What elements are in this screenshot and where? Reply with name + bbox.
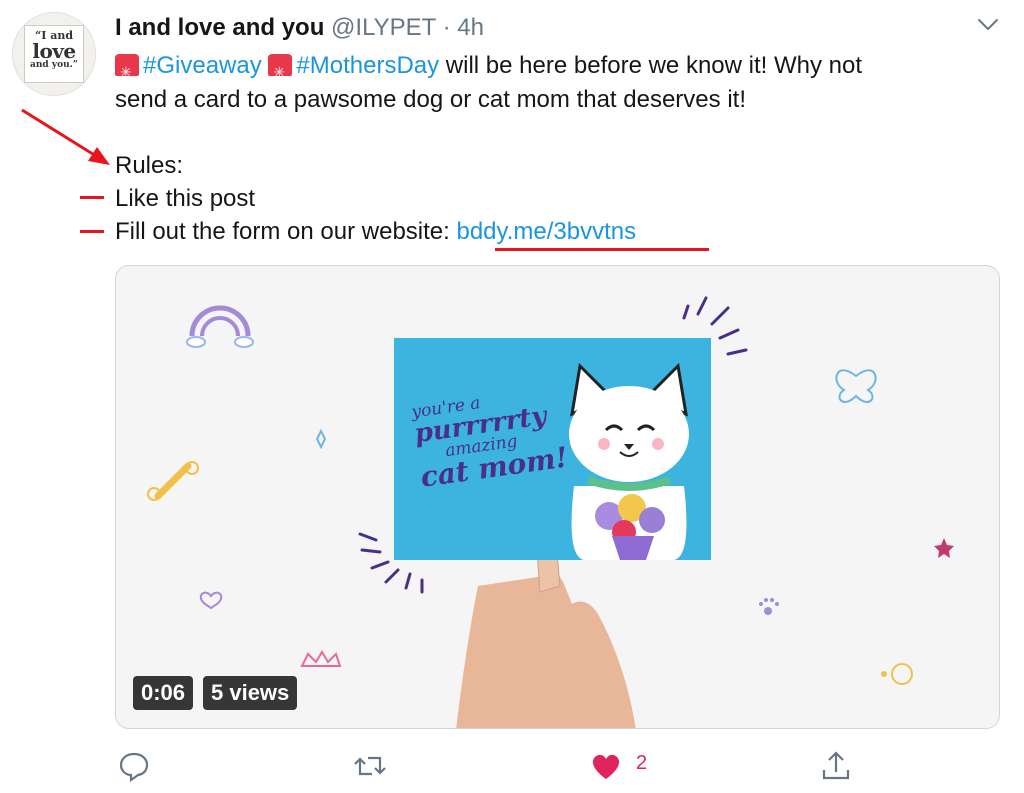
share-icon[interactable] — [818, 748, 854, 784]
website-link[interactable]: bddy.me/3bvvtns — [456, 218, 636, 245]
like-count: 2 — [636, 752, 648, 774]
tweet-text-line-1: #Giveaway #MothersDay will be here befor… — [115, 50, 862, 88]
tweet-text-segment: will be here before we know it! Why not — [439, 52, 862, 79]
rule-1: Like this post — [115, 185, 256, 212]
annotation-dash-2 — [80, 230, 104, 233]
cat-illustration — [569, 362, 689, 560]
rule-2-text: Fill out the form on our website: — [115, 218, 457, 245]
hashtag-giveaway[interactable]: #Giveaway — [143, 52, 262, 79]
avatar-logo: “I and love and you.” — [24, 25, 84, 83]
video-duration-badge: 0:06 — [133, 676, 194, 710]
card-text: you're a purrrrrty amazing cat mom! — [410, 384, 569, 494]
separator-dot: · — [442, 14, 451, 41]
rule-2: Fill out the form on our website: bddy.m… — [115, 216, 636, 248]
chevron-down-icon[interactable] — [976, 12, 1000, 36]
author-name[interactable]: I and love and you — [115, 14, 324, 41]
annotation-arrow-icon — [21, 108, 110, 165]
avatar[interactable]: “I and love and you.” — [12, 12, 96, 96]
retweet-icon[interactable] — [352, 748, 388, 784]
annotation-dash-1 — [80, 196, 104, 199]
hashtag-mothersday[interactable]: #MothersDay — [296, 52, 439, 79]
greeting-card: you're a purrrrrty amazing cat mom! — [394, 338, 711, 560]
video-player[interactable]: you're a purrrrrty amazing cat mom! 0:06… — [115, 265, 1000, 729]
video-views-badge: 5 views — [203, 676, 298, 710]
siren-icon — [268, 54, 293, 88]
tweet-header: I and love and you @ILYPET · 4h — [115, 14, 484, 42]
avatar-text-3: and you.” — [30, 60, 78, 70]
link-underline-annotation — [495, 248, 709, 251]
rules-heading: Rules: — [115, 152, 184, 179]
reply-icon[interactable] — [116, 748, 152, 784]
avatar-text-2: love — [32, 39, 76, 63]
tweet-time[interactable]: 4h — [457, 14, 484, 41]
siren-icon — [115, 54, 139, 88]
tweet-text-line-2: send a card to a pawsome dog or cat mom … — [115, 86, 746, 113]
heart-icon[interactable] — [588, 748, 624, 784]
author-handle[interactable]: @ILYPET — [331, 14, 436, 41]
